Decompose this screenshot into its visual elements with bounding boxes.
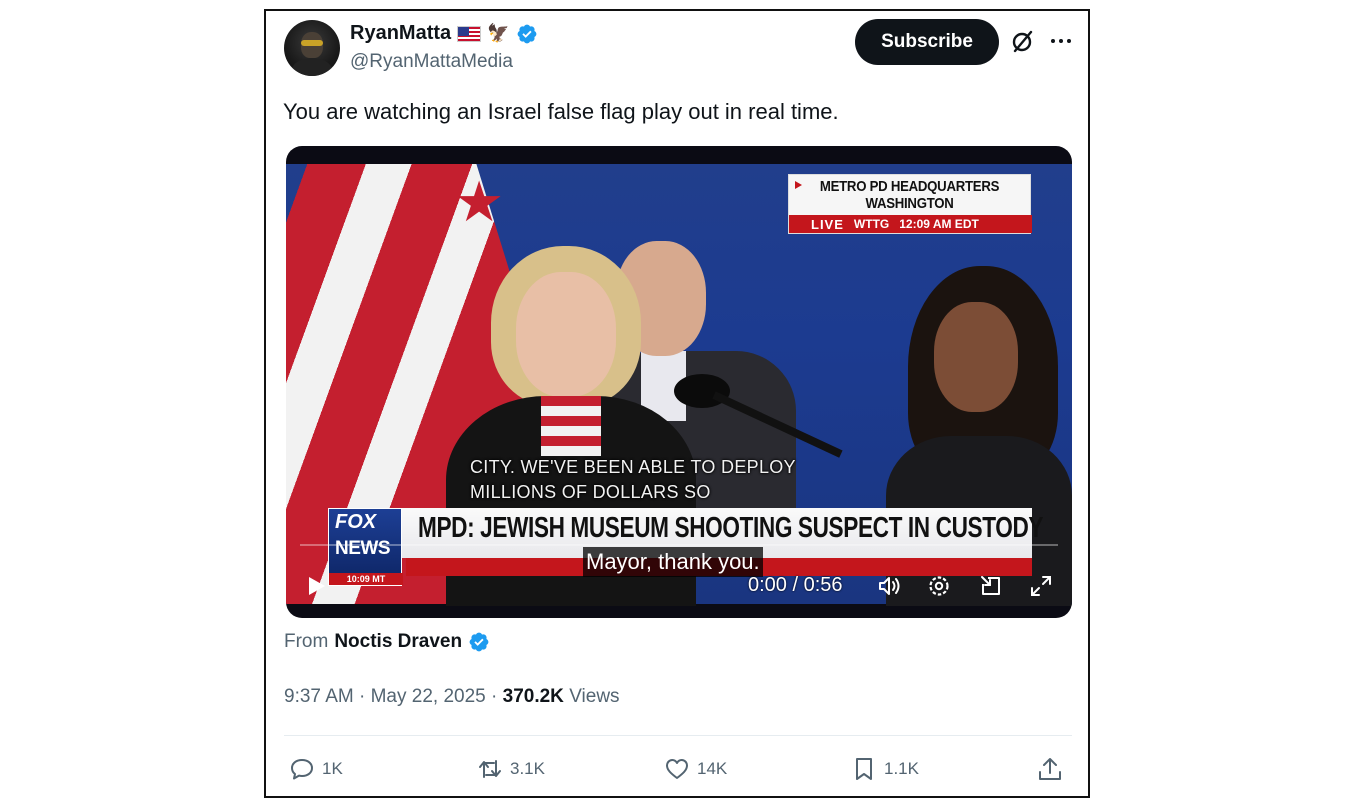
fullscreen-icon[interactable]: [1028, 573, 1054, 599]
source-label: From: [284, 631, 329, 652]
network-logo: FOX NEWS 10:09 MT: [328, 508, 403, 586]
closed-caption: CITY. WE'VE BEEN ABLE TO DEPLOY MILLIONS…: [470, 455, 796, 505]
heart-icon: [666, 759, 688, 779]
verified-badge-icon[interactable]: [468, 631, 490, 653]
repost-icon: [479, 760, 501, 778]
repost-count: 3.1K: [510, 759, 545, 778]
network-time: 10:09 MT: [329, 573, 403, 585]
share-button[interactable]: [1036, 755, 1064, 783]
bookmark-count: 1.1K: [884, 759, 919, 778]
bookmark-button[interactable]: 1.1K: [850, 755, 919, 783]
author-display-name[interactable]: RyanMatta: [350, 22, 451, 45]
reply-button[interactable]: 1K: [288, 755, 343, 783]
like-count: 14K: [697, 759, 728, 778]
broadcast-time: 12:09 AM EDT: [899, 217, 979, 231]
location-line-1: METRO PD HEADQUARTERS: [819, 178, 1000, 195]
video-timecode: 0:00 / 0:56: [748, 574, 843, 596]
reply-icon: [291, 759, 313, 780]
live-bar: LIVE WTTG 12:09 AM EDT: [789, 215, 1032, 233]
location-bug: METRO PD HEADQUARTERS WASHINGTON LIVE WT…: [788, 174, 1032, 234]
meta-separator: ·: [491, 686, 498, 707]
video-source-attribution: From Noctis Draven: [284, 631, 490, 653]
eagle-icon: 🦅: [487, 23, 510, 43]
network-logo-line-1: FOX: [335, 511, 377, 533]
views-count: 370.2K: [502, 686, 564, 707]
settings-icon[interactable]: [926, 573, 952, 599]
location-line-2: WASHINGTON: [865, 195, 954, 212]
tweet-time[interactable]: 9:37 AM: [284, 686, 354, 707]
like-button[interactable]: 14K: [663, 755, 727, 783]
author-handle[interactable]: @RyanMattaMedia: [350, 51, 513, 73]
tweet-card: RyanMatta 🦅 @RyanMattaMedia Subscribe Yo…: [264, 9, 1090, 798]
caption-line-1: CITY. WE'VE BEEN ABLE TO DEPLOY: [470, 457, 796, 477]
chyron-text: MPD: JEWISH MUSEUM SHOOTING SUSPECT IN C…: [418, 512, 1044, 544]
flag-star: ★: [454, 170, 505, 233]
source-name[interactable]: Noctis Draven: [334, 631, 462, 653]
reply-count: 1K: [322, 759, 343, 778]
tweet-actions: 1K 3.1K 14K 1.1K: [288, 755, 1068, 785]
live-tag: LIVE: [811, 216, 844, 232]
tweet-metadata: 9:37 AM · May 22, 2025 · 370.2K Views: [284, 686, 620, 708]
picture-in-picture-icon[interactable]: [978, 573, 1004, 599]
us-flag-icon: [457, 25, 482, 42]
verified-badge-icon[interactable]: [516, 23, 538, 45]
avatar[interactable]: [284, 20, 340, 76]
divider: [284, 735, 1072, 736]
grok-icon[interactable]: [1009, 27, 1037, 55]
network-logo-line-2: NEWS: [335, 538, 391, 559]
volume-icon[interactable]: [876, 573, 902, 599]
meta-separator: ·: [359, 686, 366, 707]
video-subtitle: Mayor, thank you.: [583, 547, 763, 577]
play-icon[interactable]: [304, 574, 328, 598]
author-name-row: RyanMatta 🦅: [350, 22, 538, 45]
more-icon[interactable]: [1047, 27, 1075, 55]
subscribe-button[interactable]: Subscribe: [855, 19, 999, 65]
repost-button[interactable]: 3.1K: [476, 755, 545, 783]
tweet-date[interactable]: May 22, 2025: [371, 686, 486, 707]
share-icon: [1039, 758, 1061, 780]
bookmark-icon: [856, 758, 872, 780]
caption-line-2: MILLIONS OF DOLLARS SO: [470, 482, 711, 502]
video-player[interactable]: ★ METRO PD HEADQUARTERS WASHINGTON LIVE …: [286, 146, 1072, 618]
views-label: Views: [569, 686, 620, 707]
station-label: WTTG: [853, 217, 890, 231]
tweet-text: You are watching an Israel false flag pl…: [283, 99, 839, 124]
video-progress-bar[interactable]: [300, 544, 1058, 546]
